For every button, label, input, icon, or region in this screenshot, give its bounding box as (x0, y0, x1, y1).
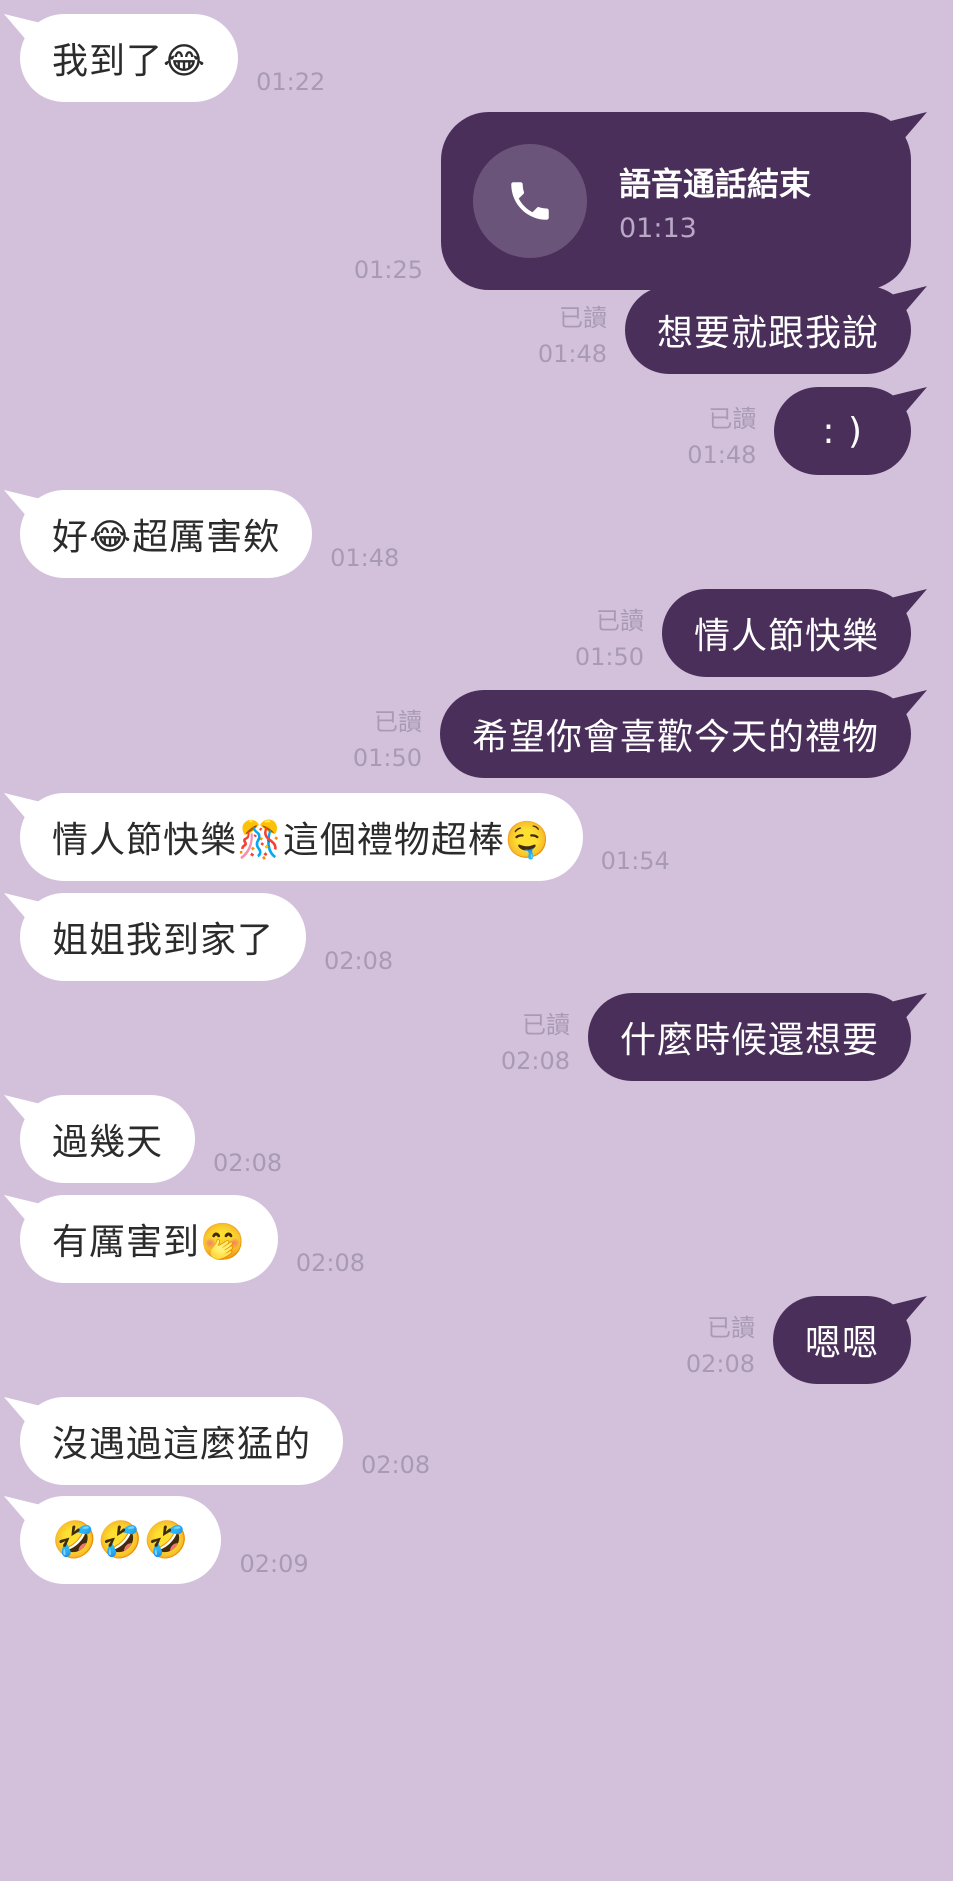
message-row-outgoing: 01:25 語音通話結束 01:13 (354, 112, 911, 290)
message-meta: 已讀 01:50 (353, 704, 422, 778)
message-time: 01:54 (600, 847, 670, 875)
message-row-outgoing: 已讀 01:50 希望你會喜歡今天的禮物 (353, 690, 911, 778)
message-time: 01:25 (353, 256, 423, 284)
message-time: 01:50 (574, 643, 644, 671)
message-row-outgoing: 已讀 02:08 嗯嗯 (686, 1296, 911, 1384)
message-meta: 01:54 (601, 843, 670, 881)
message-time: 01:48 (537, 340, 607, 368)
call-title: 語音通話結束 (619, 164, 812, 203)
read-receipt: 已讀 (373, 708, 422, 736)
message-time: 02:09 (239, 1550, 309, 1578)
message-meta: 02:08 (361, 1447, 430, 1485)
message-time: 02:08 (295, 1249, 365, 1277)
message-time: 01:22 (256, 68, 326, 96)
message-meta: 01:25 (354, 252, 423, 290)
message-row-outgoing: 已讀 01:50 情人節快樂 (575, 589, 911, 677)
message-row-incoming: 沒遇過這麼猛的 02:08 (20, 1397, 430, 1485)
message-meta: 已讀 02:08 (501, 1007, 570, 1081)
message-row-incoming: 姐姐我到家了 02:08 (20, 893, 393, 981)
message-row-incoming: 🤣🤣🤣 02:09 (20, 1496, 309, 1584)
message-bubble[interactable]: 沒遇過這麼猛的 (20, 1397, 344, 1485)
message-bubble[interactable]: 🤣🤣🤣 (20, 1496, 222, 1584)
message-row-incoming: 有厲害到🤭 02:08 (20, 1195, 365, 1283)
message-time: 02:08 (361, 1451, 431, 1479)
message-meta: 02:08 (324, 943, 393, 981)
message-meta: 已讀 02:08 (686, 1310, 755, 1384)
phone-icon (511, 182, 549, 220)
message-meta: 02:08 (213, 1145, 282, 1183)
message-meta: 02:08 (296, 1245, 365, 1283)
message-time: 02:08 (324, 947, 394, 975)
message-bubble[interactable]: 嗯嗯 (772, 1296, 911, 1384)
message-bubble[interactable]: 希望你會喜歡今天的禮物 (439, 690, 911, 778)
message-bubble[interactable]: 好😂超厲害欸 (20, 490, 313, 578)
read-receipt: 已讀 (706, 1314, 755, 1342)
read-receipt: 已讀 (708, 405, 757, 433)
message-meta: 已讀 01:48 (687, 401, 756, 475)
chat-area[interactable]: 我到了😂 01:22 01:25 語音通話結束 01:13 已讀 01:48 想… (0, 0, 953, 1881)
read-receipt: 已讀 (521, 1011, 570, 1039)
message-bubble[interactable]: 情人節快樂🎊這個禮物超棒🤤 (20, 793, 583, 881)
message-row-incoming: 情人節快樂🎊這個禮物超棒🤤 01:54 (20, 793, 670, 881)
message-meta: 02:09 (239, 1546, 308, 1584)
message-time: 02:08 (213, 1149, 283, 1177)
message-bubble[interactable]: 情人節快樂 (661, 589, 911, 677)
message-bubble[interactable]: 有厲害到🤭 (20, 1195, 278, 1283)
read-receipt: 已讀 (595, 607, 644, 635)
message-row-incoming: 過幾天 02:08 (20, 1095, 282, 1183)
message-row-incoming: 好😂超厲害欸 01:48 (20, 490, 399, 578)
message-time: 02:08 (685, 1350, 755, 1378)
message-row-outgoing: 已讀 01:48 : ) (687, 387, 911, 475)
call-duration: 01:13 (619, 212, 697, 244)
message-time: 02:08 (500, 1047, 570, 1075)
read-receipt: 已讀 (558, 304, 607, 332)
call-icon-circle (473, 144, 587, 258)
message-time: 01:48 (330, 544, 400, 572)
message-meta: 已讀 01:50 (575, 603, 644, 677)
message-row-outgoing: 已讀 02:08 什麼時候還想要 (501, 993, 911, 1081)
message-time: 01:48 (687, 441, 757, 469)
message-row-incoming: 我到了😂 01:22 (20, 14, 325, 102)
call-text: 語音通話結束 01:13 (619, 159, 811, 244)
message-bubble[interactable]: 姐姐我到家了 (20, 893, 307, 981)
call-ended-card[interactable]: 語音通話結束 01:13 (441, 112, 911, 290)
message-bubble[interactable]: 我到了😂 (20, 14, 239, 102)
message-bubble[interactable]: 想要就跟我說 (624, 286, 911, 374)
message-meta: 01:22 (256, 64, 325, 102)
message-bubble[interactable]: 什麼時候還想要 (587, 993, 911, 1081)
message-bubble[interactable]: 過幾天 (20, 1095, 196, 1183)
message-row-outgoing: 已讀 01:48 想要就跟我說 (538, 286, 911, 374)
message-bubble[interactable]: : ) (774, 387, 911, 475)
message-time: 01:50 (352, 744, 422, 772)
message-meta: 01:48 (330, 540, 399, 578)
message-meta: 已讀 01:48 (538, 300, 607, 374)
